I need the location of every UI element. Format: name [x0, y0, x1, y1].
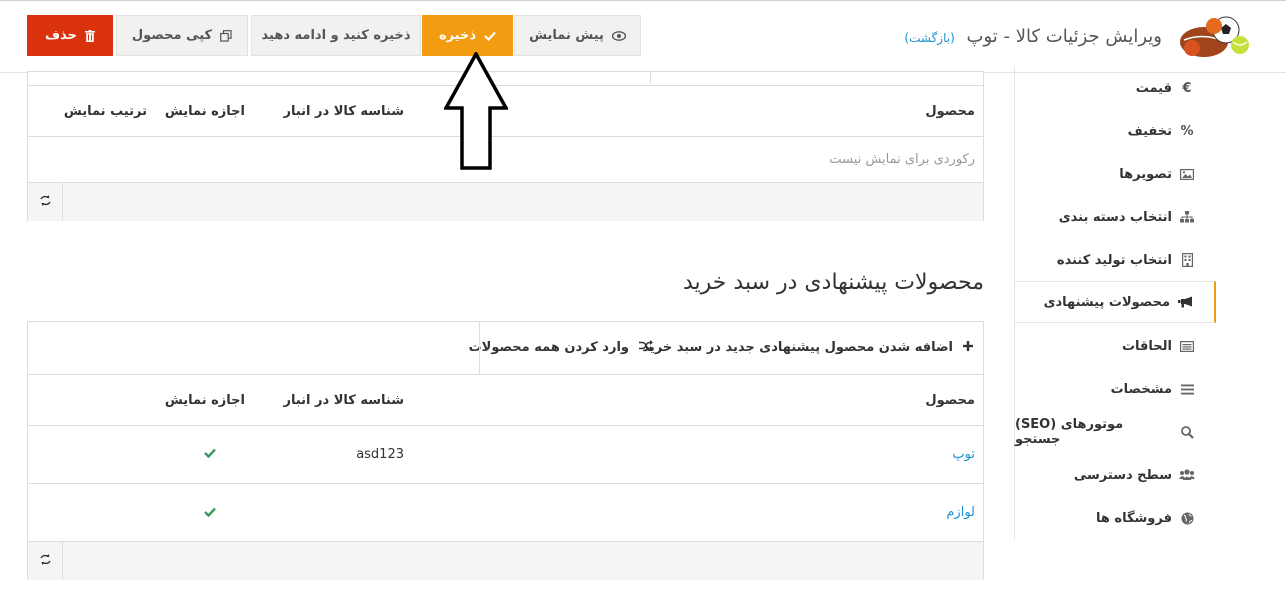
image-icon	[1172, 168, 1202, 180]
preview-button[interactable]: پیش نمایش	[514, 15, 641, 56]
refresh-button[interactable]	[28, 542, 63, 580]
add-related-label: اضافه شدن محصول پیشنهادی جدید در سبد خری…	[642, 340, 953, 355]
sidebar-item-seo[interactable]: (SEO) موتورهای جستجو	[1015, 411, 1216, 453]
check-icon	[204, 447, 216, 462]
bullhorn-icon	[1170, 296, 1200, 308]
list-alt-icon	[1172, 340, 1202, 352]
column-sku[interactable]: شناسه کالا در انبار	[283, 104, 404, 119]
sidebar-item-label: تصویرها	[1119, 166, 1172, 182]
column-allow-display[interactable]: اجازه نمایش	[165, 104, 245, 119]
save-button[interactable]: ذخیره	[422, 15, 513, 56]
delete-button[interactable]: حذف	[27, 15, 113, 56]
table-footer	[28, 182, 983, 221]
import-all-button[interactable]: وارد کردن همه محصولات	[469, 340, 653, 355]
toolbar-divider	[650, 72, 651, 84]
sidebar-item-attachments[interactable]: الحاقات	[1015, 325, 1216, 367]
sidebar-item-specifications[interactable]: مشخصات	[1015, 368, 1216, 410]
back-link[interactable]: (بازگشت)	[904, 31, 954, 45]
sidebar-item-label: الحاقات	[1121, 338, 1172, 354]
annotation-arrow	[444, 52, 508, 170]
sidebar-item-images[interactable]: تصویرها	[1015, 153, 1216, 195]
import-all-label: وارد کردن همه محصولات	[468, 340, 629, 355]
random-icon	[639, 340, 653, 355]
table-footer	[28, 541, 983, 580]
sidebar-item-related-products[interactable]: محصولات پیشنهادی	[1015, 281, 1216, 323]
sidebar-item-label: تخفیف	[1127, 123, 1172, 139]
check-icon	[204, 506, 216, 521]
plus-icon	[963, 340, 973, 355]
save-continue-label: ذخیره کنید و ادامه دهید	[261, 28, 411, 43]
sidebar-item-price[interactable]: قیمت €	[1015, 67, 1216, 109]
sidebar-item-label: انتخاب دسته بندی	[1058, 209, 1172, 225]
toolbar-divider	[479, 322, 480, 374]
column-allow-display[interactable]: اجازه نمایش	[165, 393, 245, 408]
sidebar-item-stores[interactable]: فروشگاه ها	[1015, 497, 1216, 539]
refresh-icon	[39, 194, 52, 210]
sidebar-item-label: قیمت	[1135, 80, 1172, 96]
cart-products-panel: اضافه شدن محصول پیشنهادی جدید در سبد خری…	[27, 321, 984, 580]
percent-icon: %	[1180, 123, 1194, 139]
check-icon	[484, 31, 496, 41]
save-label: ذخیره	[438, 28, 477, 43]
empty-message: رکوردی برای نمایش نیست	[829, 152, 975, 167]
search-icon	[1172, 425, 1202, 439]
column-sku[interactable]: شناسه کالا در انبار	[283, 393, 404, 408]
eye-icon	[611, 30, 626, 41]
product-link[interactable]: لوازم	[946, 505, 975, 520]
copy-product-button[interactable]: کپی محصول	[116, 15, 248, 56]
globe-icon	[1172, 512, 1202, 525]
table-row: توپ asd123	[28, 425, 983, 484]
product-link[interactable]: توپ	[952, 447, 975, 462]
trash-icon	[85, 29, 95, 42]
column-display-order[interactable]: ترتیب نمایش	[64, 104, 147, 119]
sidebar-item-label: محصولات پیشنهادی	[1043, 294, 1170, 310]
sidebar-item-label: سطح دسترسی	[1073, 467, 1172, 483]
building-icon	[1172, 253, 1202, 267]
table-row: لوازم	[28, 484, 983, 541]
preview-label: پیش نمایش	[529, 28, 604, 43]
column-product[interactable]: محصول	[925, 104, 975, 119]
sidebar-item-access-level[interactable]: سطح دسترسی	[1015, 454, 1216, 496]
sitemap-icon	[1172, 211, 1202, 223]
sidebar-item-label: فروشگاه ها	[1095, 510, 1172, 526]
euro-icon: €	[1182, 80, 1192, 96]
add-related-button[interactable]: اضافه شدن محصول پیشنهادی جدید در سبد خری…	[642, 340, 973, 355]
sidebar-item-label: انتخاب تولید کننده	[1056, 252, 1172, 268]
sidebar-item-manufacturer[interactable]: انتخاب تولید کننده	[1015, 239, 1216, 281]
sports-balls-logo	[1180, 16, 1249, 57]
save-continue-button[interactable]: ذخیره کنید و ادامه دهید	[251, 15, 421, 56]
copy-label: کپی محصول	[131, 28, 213, 43]
sidebar-item-label: مشخصات	[1110, 381, 1172, 397]
section-title: محصولات پیشنهادی در سبد خرید	[683, 270, 984, 295]
page-title-text: ویرایش جزئیات کالا - توپ	[966, 26, 1162, 47]
bars-icon	[1172, 384, 1202, 395]
sidebar-item-label: (SEO) موتورهای جستجو	[1015, 417, 1124, 447]
sidebar-item-category[interactable]: انتخاب دسته بندی	[1015, 196, 1216, 238]
refresh-icon	[39, 553, 52, 569]
table-header: محصول شناسه کالا در انبار اجازه نمایش	[28, 374, 983, 426]
page-title: ویرایش جزئیات کالا - توپ (بازگشت)	[904, 26, 1162, 47]
users-icon	[1172, 469, 1202, 481]
delete-label: حذف	[45, 28, 77, 43]
refresh-button[interactable]	[28, 183, 63, 221]
sidebar-item-discount[interactable]: تخفیف %	[1015, 110, 1216, 152]
sidebar: قیمت € تخفیف % تصویرها انتخاب دسته بندی …	[1014, 66, 1217, 540]
column-product[interactable]: محصول	[925, 393, 975, 408]
panel-toolbar: اضافه شدن محصول پیشنهادی جدید در سبد خری…	[28, 322, 983, 374]
copy-icon	[220, 29, 232, 42]
top-border	[0, 0, 1286, 5]
sku-value: asd123	[356, 447, 404, 462]
